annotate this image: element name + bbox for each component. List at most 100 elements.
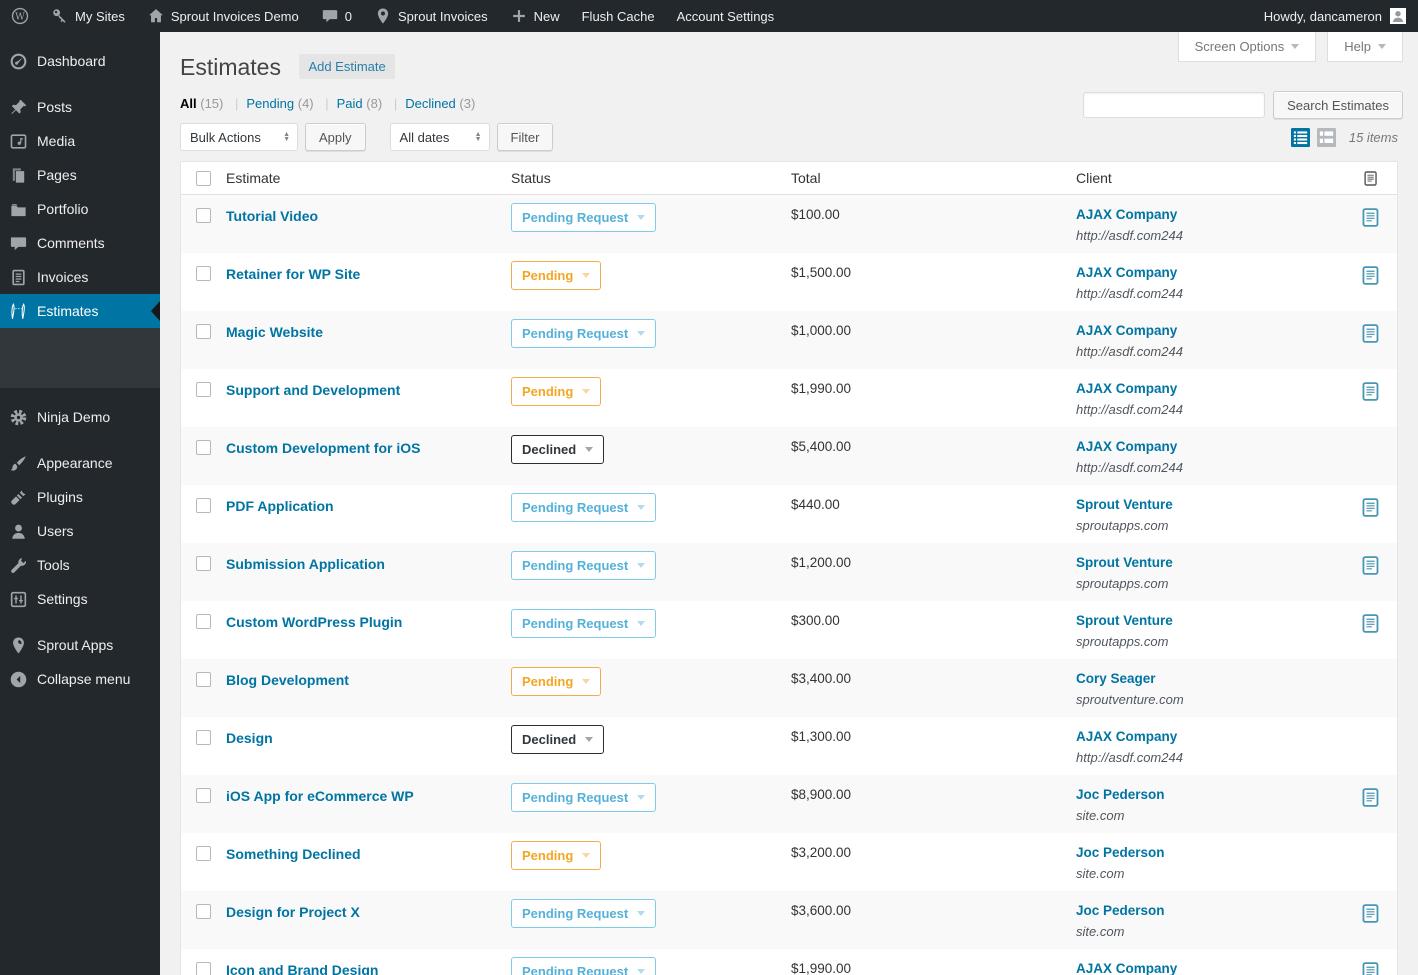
estimate-title-link[interactable]: Support and Development	[226, 382, 400, 398]
client-link[interactable]: Cory Seager	[1076, 671, 1345, 686]
search-input[interactable]	[1083, 92, 1266, 118]
note-icon[interactable]	[1362, 381, 1380, 402]
sidebar-item[interactable]: Comments	[0, 226, 160, 260]
client-link[interactable]: AJAX Company	[1076, 323, 1345, 338]
excerpt-view-icon[interactable]	[1316, 127, 1336, 147]
estimate-title-link[interactable]: Custom WordPress Plugin	[226, 614, 402, 630]
admin-bar-item[interactable]: Sprout Invoices	[363, 0, 499, 32]
submenu-item[interactable]	[0, 350, 160, 364]
sidebar-item[interactable]: Media	[0, 124, 160, 158]
estimate-title-link[interactable]: Design for Project X	[226, 904, 360, 920]
client-link[interactable]: AJAX Company	[1076, 265, 1345, 280]
filter-link[interactable]: All (15)	[180, 96, 223, 111]
sidebar-item[interactable]: Plugins	[0, 480, 160, 514]
sidebar-item[interactable]: Posts	[0, 90, 160, 124]
sidebar-item[interactable]: Portfolio	[0, 192, 160, 226]
filter-button[interactable]: Filter	[496, 123, 554, 151]
status-dropdown[interactable]: Declined	[511, 435, 605, 464]
sidebar-item[interactable]: Dashboard	[0, 44, 160, 78]
client-link[interactable]: AJAX Company	[1076, 381, 1345, 396]
row-checkbox[interactable]	[196, 672, 211, 687]
note-icon[interactable]	[1362, 207, 1380, 228]
bulk-actions-select[interactable]: Bulk Actions ▲ ▼	[180, 123, 298, 151]
estimate-title-link[interactable]: Design	[226, 730, 273, 746]
sidebar-item[interactable]: Pages	[0, 158, 160, 192]
client-link[interactable]: Joc Pederson	[1076, 903, 1345, 918]
client-link[interactable]: Joc Pederson	[1076, 845, 1345, 860]
status-dropdown[interactable]: Pending Request	[511, 783, 657, 812]
sidebar-item[interactable]: Appearance	[0, 446, 160, 480]
client-link[interactable]: AJAX Company	[1076, 439, 1345, 454]
row-checkbox[interactable]	[196, 440, 211, 455]
add-estimate-button[interactable]: Add Estimate	[299, 54, 395, 79]
status-dropdown[interactable]: Pending Request	[511, 319, 657, 348]
row-checkbox[interactable]	[196, 556, 211, 571]
filter-link[interactable]: Declined (3)	[405, 96, 475, 111]
admin-bar-item[interactable]: Account Settings	[666, 0, 786, 32]
client-link[interactable]: Sprout Venture	[1076, 613, 1345, 628]
dates-filter-select[interactable]: All dates ▲ ▼	[389, 123, 490, 151]
status-dropdown[interactable]: Pending Request	[511, 493, 657, 522]
row-checkbox[interactable]	[196, 788, 211, 803]
sidebar-item[interactable]: Ninja Demo	[0, 400, 160, 434]
note-icon[interactable]	[1362, 787, 1380, 808]
row-checkbox[interactable]	[196, 846, 211, 861]
sidebar-item[interactable]: Invoices	[0, 260, 160, 294]
note-icon[interactable]	[1362, 613, 1380, 634]
client-link[interactable]: AJAX Company	[1076, 207, 1345, 222]
client-link[interactable]: Sprout Venture	[1076, 497, 1345, 512]
list-view-icon[interactable]	[1290, 127, 1310, 147]
estimate-title-link[interactable]: Retainer for WP Site	[226, 266, 360, 282]
sidebar-item[interactable]: Collapse menu	[0, 662, 160, 696]
note-icon[interactable]	[1362, 323, 1380, 344]
help-toggle[interactable]: Help	[1327, 32, 1403, 62]
row-checkbox[interactable]	[196, 962, 211, 975]
client-link[interactable]: AJAX Company	[1076, 729, 1345, 744]
client-link[interactable]: AJAX Company	[1076, 961, 1345, 975]
filter-link[interactable]: Pending (4)	[246, 96, 313, 111]
estimate-title-link[interactable]: PDF Application	[226, 498, 334, 514]
sidebar-item[interactable]: Users	[0, 514, 160, 548]
estimate-title-link[interactable]: Submission Application	[226, 556, 385, 572]
screen-options-toggle[interactable]: Screen Options	[1177, 32, 1317, 62]
admin-bar-item[interactable]: 0	[310, 0, 363, 32]
row-checkbox[interactable]	[196, 904, 211, 919]
admin-bar-item[interactable]: New	[499, 0, 571, 32]
search-estimates-button[interactable]: Search Estimates	[1273, 91, 1403, 119]
row-checkbox[interactable]	[196, 266, 211, 281]
submenu-item[interactable]	[0, 364, 160, 378]
row-checkbox[interactable]	[196, 324, 211, 339]
status-dropdown[interactable]: Pending Request	[511, 957, 657, 975]
sidebar-item[interactable]: Tools	[0, 548, 160, 582]
estimate-title-link[interactable]: Tutorial Video	[226, 208, 318, 224]
admin-bar-item[interactable]: Sprout Invoices Demo	[136, 0, 310, 32]
status-dropdown[interactable]: Pending	[511, 261, 602, 290]
sidebar-item[interactable]: Settings	[0, 582, 160, 616]
filter-link[interactable]: Paid (8)	[337, 96, 383, 111]
status-dropdown[interactable]: Pending	[511, 377, 602, 406]
client-link[interactable]: Sprout Venture	[1076, 555, 1345, 570]
note-icon[interactable]	[1362, 265, 1380, 286]
status-dropdown[interactable]: Pending Request	[511, 551, 657, 580]
row-checkbox[interactable]	[196, 208, 211, 223]
admin-bar-item[interactable]: My Sites	[40, 0, 136, 32]
estimate-title-link[interactable]: Something Declined	[226, 846, 361, 862]
howdy-greeting[interactable]: Howdy, dancameron	[1264, 9, 1382, 24]
status-dropdown[interactable]: Pending Request	[511, 203, 657, 232]
row-checkbox[interactable]	[196, 498, 211, 513]
note-icon[interactable]	[1362, 555, 1380, 576]
estimate-title-link[interactable]: Blog Development	[226, 672, 349, 688]
note-icon[interactable]	[1362, 961, 1380, 975]
note-icon[interactable]	[1362, 497, 1380, 518]
client-link[interactable]: Joc Pederson	[1076, 787, 1345, 802]
admin-bar-item[interactable]: W	[0, 0, 40, 32]
apply-button[interactable]: Apply	[305, 123, 366, 151]
row-checkbox[interactable]	[196, 614, 211, 629]
status-dropdown[interactable]: Pending	[511, 667, 602, 696]
note-icon[interactable]	[1362, 903, 1380, 924]
sidebar-item[interactable]: Estimates	[0, 294, 160, 328]
select-all-checkbox[interactable]	[196, 170, 211, 186]
estimate-title-link[interactable]: iOS App for eCommerce WP	[226, 788, 414, 804]
admin-bar-account[interactable]: Howdy, dancameron	[1264, 0, 1418, 32]
estimate-title-link[interactable]: Icon and Brand Design	[226, 962, 378, 975]
